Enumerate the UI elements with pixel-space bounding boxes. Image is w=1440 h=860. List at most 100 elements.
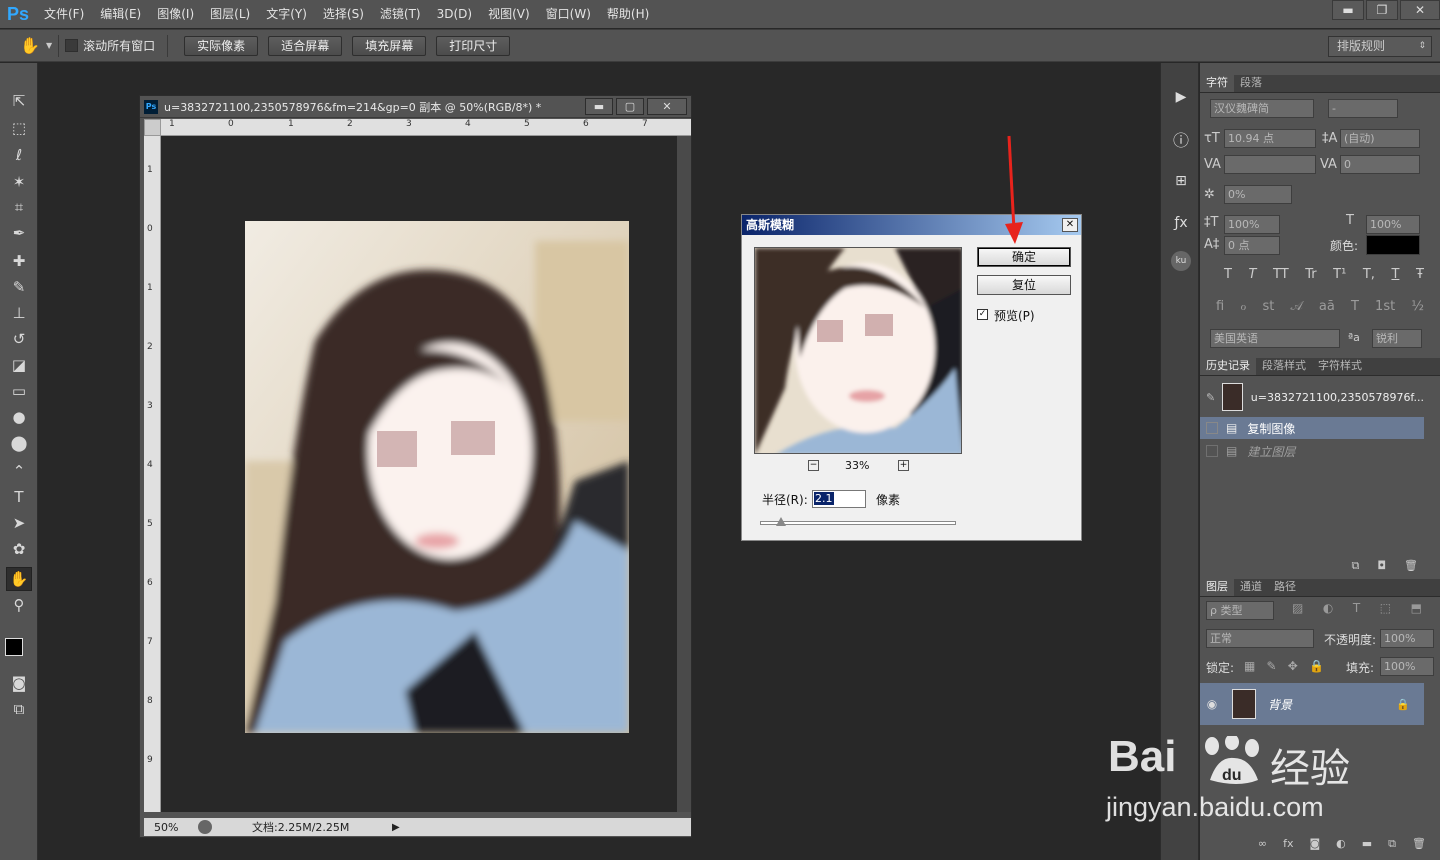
brush-tool-icon[interactable]: ✎ xyxy=(6,275,32,299)
lock-all-icon[interactable]: 🔒 xyxy=(1309,659,1324,673)
ordinals-icon[interactable]: 1st xyxy=(1375,299,1395,314)
grid-panel-icon[interactable]: ⊞ xyxy=(1169,169,1193,193)
marquee-tool-icon[interactable]: ⬚ xyxy=(6,116,32,140)
text-color-swatch[interactable] xyxy=(1366,235,1420,255)
alternate-ligature-icon[interactable]: ℴ xyxy=(1240,299,1246,314)
fill-screen-button[interactable]: 填充屏幕 xyxy=(352,35,427,56)
history-step-row[interactable]: ▤ 建立图层 xyxy=(1200,440,1424,462)
pen-tool-icon[interactable]: ⌃ xyxy=(6,459,32,483)
menu-help[interactable]: 帮助(H) xyxy=(599,0,657,28)
blur-preview-window[interactable] xyxy=(754,247,962,454)
faux-italic-icon[interactable]: T xyxy=(1249,267,1257,282)
strikethrough-icon[interactable]: Ŧ xyxy=(1416,267,1424,282)
shape-tool-icon[interactable]: ✿ xyxy=(6,537,32,561)
move-tool-icon[interactable]: ⇱ xyxy=(6,89,32,113)
play-icon[interactable]: ▶ xyxy=(1169,85,1193,109)
status-info-icon[interactable] xyxy=(198,820,212,834)
lock-image-icon[interactable]: ✎ xyxy=(1267,659,1277,673)
tab-paths[interactable]: 路径 xyxy=(1268,579,1302,596)
scroll-all-checkbox[interactable] xyxy=(65,39,79,52)
blend-mode-select[interactable]: 正常 xyxy=(1206,629,1314,648)
menu-type[interactable]: 文字(Y) xyxy=(258,0,315,28)
status-menu-arrow-icon[interactable]: ▶ xyxy=(392,822,400,833)
minimize-button[interactable]: ▬ xyxy=(1332,0,1364,20)
ruler-origin[interactable] xyxy=(144,119,161,136)
leading-input[interactable]: (自动) xyxy=(1340,129,1420,148)
blur-tool-icon[interactable]: ● xyxy=(6,405,32,429)
menu-file[interactable]: 文件(F) xyxy=(36,0,92,28)
ok-button[interactable]: 确定 xyxy=(977,247,1071,267)
swash-icon[interactable]: 𝒜 xyxy=(1290,299,1302,314)
workspace-select[interactable]: 排版规则 ⇕ xyxy=(1328,36,1432,57)
tab-history[interactable]: 历史记录 xyxy=(1200,358,1256,375)
vertical-scale-input[interactable]: 100% xyxy=(1224,215,1280,234)
zoom-tool-icon[interactable]: ⚲ xyxy=(6,593,32,617)
radius-input[interactable]: 2.1 xyxy=(812,490,866,508)
history-snapshot-row[interactable]: ✎ u=3832721100,2350578976f... xyxy=(1200,381,1424,413)
camera-icon[interactable]: ◘ xyxy=(1377,559,1386,575)
menu-3d[interactable]: 3D(D) xyxy=(429,0,480,28)
underline-icon[interactable]: T xyxy=(1391,267,1399,282)
kuler-icon[interactable]: ku xyxy=(1171,251,1191,271)
close-button[interactable]: ✕ xyxy=(1400,0,1440,20)
antialias-select[interactable]: 锐利 xyxy=(1372,329,1422,348)
tab-character-styles[interactable]: 字符样式 xyxy=(1312,358,1368,375)
pixel-filter-icon[interactable]: ▨ xyxy=(1292,601,1303,615)
dialog-close-icon[interactable]: ✕ xyxy=(1062,218,1078,232)
layer-mask-icon[interactable]: ◙ xyxy=(1309,837,1320,857)
radius-slider-thumb[interactable] xyxy=(776,517,786,526)
fit-screen-button[interactable]: 适合屏幕 xyxy=(268,35,343,56)
zoom-level[interactable]: 50% xyxy=(154,821,198,834)
faux-bold-icon[interactable]: T xyxy=(1224,267,1232,282)
radius-slider-track[interactable] xyxy=(760,521,956,525)
menu-filter[interactable]: 滤镜(T) xyxy=(372,0,429,28)
fractions-icon[interactable]: ½ xyxy=(1411,299,1424,314)
lock-transparent-icon[interactable]: ▦ xyxy=(1244,659,1255,673)
fill-input[interactable]: 100% xyxy=(1380,657,1434,676)
quick-mask-icon[interactable]: ◙ xyxy=(6,671,32,695)
vertical-scrollbar[interactable] xyxy=(677,136,691,812)
preview-checkbox[interactable]: ✓ xyxy=(977,309,988,320)
small-caps-icon[interactable]: Tr xyxy=(1305,267,1316,282)
eraser-tool-icon[interactable]: ◪ xyxy=(6,353,32,377)
tab-character[interactable]: 字符 xyxy=(1200,75,1234,92)
font-size-input[interactable]: 10.94 点 xyxy=(1224,129,1316,148)
kerning-input[interactable] xyxy=(1224,155,1316,174)
doc-close-button[interactable]: ✕ xyxy=(647,98,687,115)
history-step-checkbox[interactable] xyxy=(1206,422,1218,434)
path-selection-tool-icon[interactable]: ➤ xyxy=(6,511,32,535)
layer-row-background[interactable]: ◉ 背景 🔒 xyxy=(1200,683,1424,725)
type-filter-icon[interactable]: T xyxy=(1353,601,1360,615)
stylistic-alternates-icon[interactable]: aā xyxy=(1319,299,1335,314)
opacity-input[interactable]: 100% xyxy=(1380,629,1434,648)
crop-tool-icon[interactable]: ⌗ xyxy=(6,195,32,219)
tab-paragraph[interactable]: 段落 xyxy=(1234,75,1268,92)
menu-edit[interactable]: 编辑(E) xyxy=(92,0,149,28)
layer-style-icon[interactable]: fx xyxy=(1283,837,1293,857)
all-caps-icon[interactable]: TT xyxy=(1273,267,1289,282)
vertical-ruler[interactable]: 1 0 1 2 3 4 5 6 7 8 9 xyxy=(144,136,161,812)
tsume-input[interactable]: 0% xyxy=(1224,185,1292,204)
magic-wand-tool-icon[interactable]: ✶ xyxy=(6,170,32,194)
screen-mode-icon[interactable]: ⧉ xyxy=(6,697,32,721)
tab-layers[interactable]: 图层 xyxy=(1200,579,1234,596)
language-select[interactable]: 美国英语 xyxy=(1210,329,1340,348)
smart-object-filter-icon[interactable]: ⬒ xyxy=(1411,601,1422,615)
menu-image[interactable]: 图像(I) xyxy=(149,0,202,28)
subscript-icon[interactable]: T, xyxy=(1363,267,1375,282)
type-tool-icon[interactable]: T xyxy=(6,485,32,509)
layer-filter-select[interactable]: ρ 类型 xyxy=(1206,601,1274,620)
tab-paragraph-styles[interactable]: 段落样式 xyxy=(1256,358,1312,375)
new-group-icon[interactable]: ▬ xyxy=(1362,837,1372,857)
healing-brush-tool-icon[interactable]: ✚ xyxy=(6,249,32,273)
adjustment-filter-icon[interactable]: ◐ xyxy=(1323,601,1333,615)
horizontal-ruler[interactable]: 1 0 1 2 3 4 5 6 7 xyxy=(161,119,691,136)
fx-icon[interactable]: ƒx xyxy=(1169,211,1193,235)
gradient-tool-icon[interactable]: ▭ xyxy=(6,379,32,403)
tool-preset-chevron-icon[interactable]: ▼ xyxy=(46,41,52,50)
menu-select[interactable]: 选择(S) xyxy=(315,0,372,28)
stamp-tool-icon[interactable]: ⊥ xyxy=(6,301,32,325)
history-brush-tool-icon[interactable]: ↺ xyxy=(6,327,32,351)
canvas-area[interactable] xyxy=(161,136,677,812)
shape-filter-icon[interactable]: ⬚ xyxy=(1380,601,1391,615)
